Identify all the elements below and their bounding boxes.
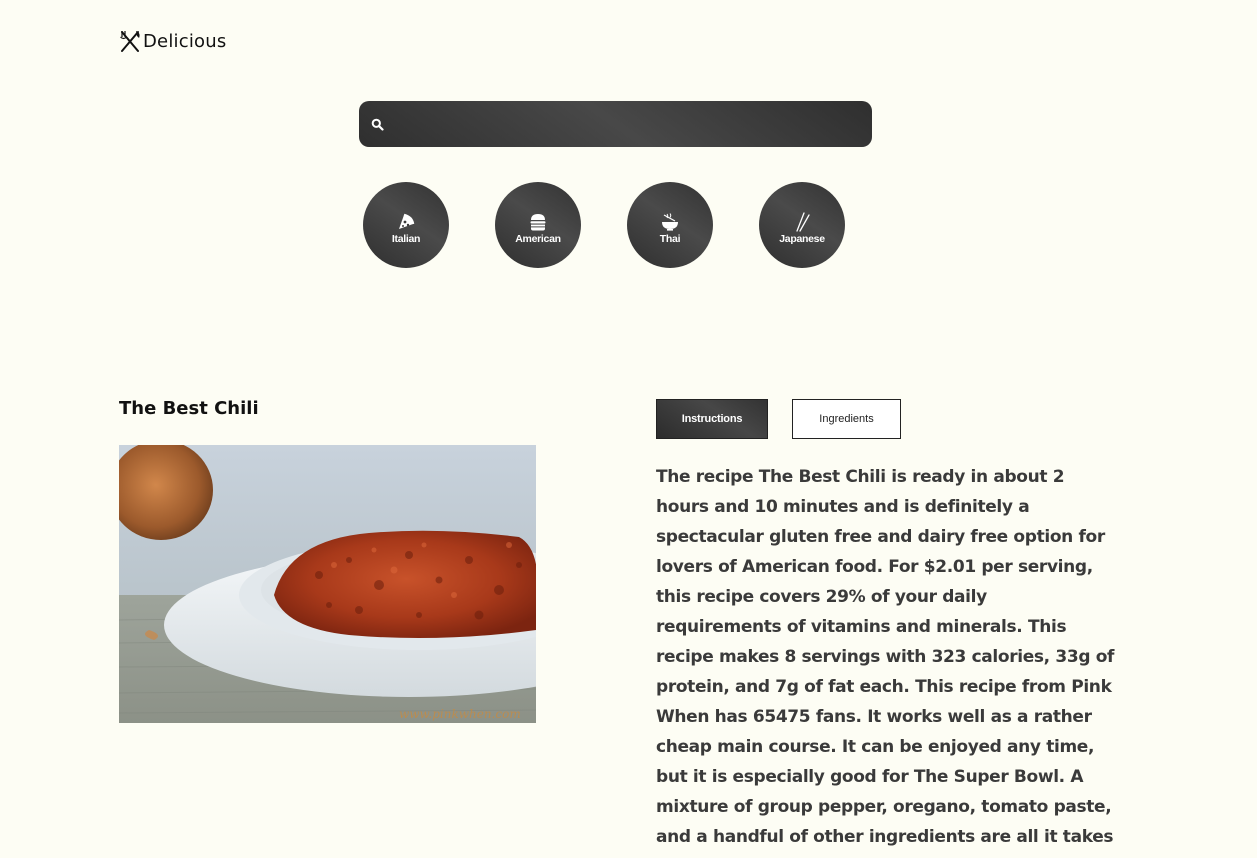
image-watermark: www.pinkwhen.com — [399, 707, 521, 721]
cuisine-label: Italian — [391, 232, 421, 245]
cuisine-label: Thai — [659, 232, 681, 245]
recipe-image: www.pinkwhen.com — [119, 445, 536, 723]
logo-link[interactable]: Delicious — [119, 29, 226, 53]
recipe-summary: The recipe The Best Chili is ready in ab… — [656, 467, 1115, 858]
chopsticks-icon — [796, 211, 810, 232]
search-bar[interactable] — [359, 100, 872, 148]
chili-photo: www.pinkwhen.com — [119, 445, 536, 723]
logo-text: Delicious — [143, 30, 227, 52]
search-icon — [371, 118, 384, 131]
recipe-tabs: Instructions Ingredients — [656, 399, 901, 439]
tab-instructions[interactable]: Instructions — [656, 399, 768, 439]
cuisine-american-button[interactable]: American — [495, 182, 581, 268]
cuisine-label: American — [515, 232, 561, 245]
cuisine-label: Japanese — [779, 232, 825, 245]
fork-knife-icon — [120, 31, 140, 52]
cuisine-italian-button[interactable]: Italian — [363, 182, 449, 268]
cuisine-list: Italian American Thai Japanese — [363, 182, 845, 268]
pizza-icon — [399, 213, 415, 229]
cuisine-thai-button[interactable]: Thai — [627, 182, 713, 268]
recipe-title: The Best Chili — [119, 398, 259, 419]
burger-icon — [530, 213, 546, 230]
page: Delicious Italian American Thai Japanese… — [0, 0, 1257, 858]
cuisine-japanese-button[interactable]: Japanese — [759, 182, 845, 268]
tab-ingredients[interactable]: Ingredients — [792, 399, 901, 439]
search-input[interactable] — [384, 100, 872, 148]
noodle-bowl-icon — [662, 212, 678, 231]
